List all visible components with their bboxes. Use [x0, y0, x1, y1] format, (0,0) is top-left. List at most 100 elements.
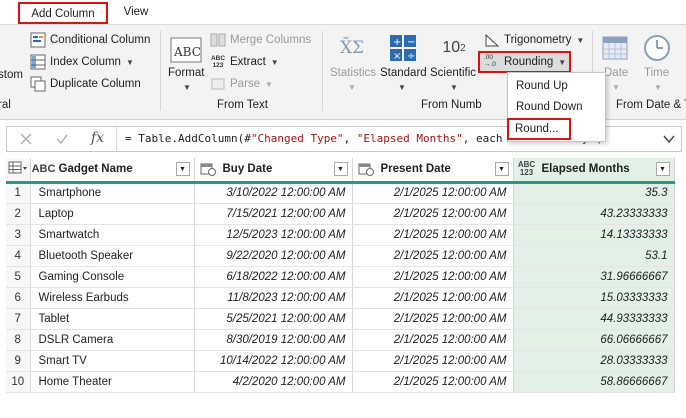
table-row[interactable]: 10 Home Theater 4/2/2020 12:00:00 AM 2/1/20…: [6, 371, 675, 393]
scientific-icon[interactable]: 10 2: [438, 33, 470, 63]
round-up-menu-item[interactable]: Round Up: [516, 77, 568, 95]
table-menu-corner[interactable]: [6, 158, 31, 184]
filter-dropdown-icon[interactable]: ▼: [494, 162, 509, 177]
fx-icon[interactable]: fx: [91, 130, 104, 146]
tab-view[interactable]: View: [114, 2, 158, 24]
conditional-column-button[interactable]: Conditional Column: [30, 30, 150, 50]
cancel-icon[interactable]: [19, 132, 33, 146]
cell-buy-date[interactable]: 11/8/2023 12:00:00 AM: [194, 287, 353, 309]
svg-text:÷: ÷: [407, 51, 415, 62]
cell-buy-date[interactable]: 6/18/2022 12:00:00 AM: [194, 266, 353, 288]
time-icon[interactable]: [642, 33, 672, 63]
filter-dropdown-icon[interactable]: ▼: [655, 162, 670, 177]
cell-gadget-name[interactable]: Gaming Console: [30, 266, 195, 288]
round-menu-item[interactable]: Round...: [507, 118, 571, 140]
any-type-icon[interactable]: ABC 123: [518, 161, 536, 177]
cell-present-date[interactable]: 2/1/2025 12:00:00 AM: [352, 266, 514, 288]
table-row[interactable]: 1 Smartphone 3/10/2022 12:00:00 AM 2/1/2025…: [6, 182, 675, 204]
cell-elapsed-months[interactable]: 53.1: [513, 245, 675, 267]
table-row[interactable]: 2 Laptop 7/15/2021 12:00:00 AM 2/1/2025 12:…: [6, 203, 675, 225]
format-icon[interactable]: ABC: [170, 35, 202, 65]
cell-gadget-name[interactable]: Bluetooth Speaker: [30, 245, 195, 267]
cell-elapsed-months[interactable]: 35.3: [513, 182, 675, 204]
cell-gadget-name[interactable]: Wireless Earbuds: [30, 287, 195, 309]
cell-gadget-name[interactable]: DSLR Camera: [30, 329, 195, 351]
table-row[interactable]: 6 Wireless Earbuds 11/8/2023 12:00:00 AM 2/…: [6, 287, 675, 309]
index-column-button[interactable]: Index Column ▼: [30, 52, 134, 72]
custom-column-button[interactable]: stom: [0, 69, 23, 81]
cell-gadget-name[interactable]: Laptop: [30, 203, 195, 225]
row-number[interactable]: 9: [6, 350, 31, 372]
cell-buy-date[interactable]: 9/22/2020 12:00:00 AM: [194, 245, 353, 267]
cell-present-date[interactable]: 2/1/2025 12:00:00 AM: [352, 203, 514, 225]
table-row[interactable]: 7 Tablet 5/25/2021 12:00:00 AM 2/1/2025 12:…: [6, 308, 675, 330]
filter-dropdown-icon[interactable]: ▼: [333, 162, 348, 177]
cell-present-date[interactable]: 2/1/2025 12:00:00 AM: [352, 245, 514, 267]
duplicate-column-button[interactable]: Duplicate Column: [30, 74, 141, 94]
statistics-icon[interactable]: X̄Σ: [334, 31, 370, 65]
cell-buy-date[interactable]: 4/2/2020 12:00:00 AM: [194, 371, 353, 393]
row-number[interactable]: 4: [6, 245, 31, 267]
table-row[interactable]: 4 Bluetooth Speaker 9/22/2020 12:00:00 AM 2…: [6, 245, 675, 267]
column-label: Elapsed Months: [541, 163, 630, 176]
svg-text:−: −: [407, 37, 415, 48]
row-number[interactable]: 6: [6, 287, 31, 309]
commit-check-icon[interactable]: [55, 132, 69, 146]
row-number[interactable]: 1: [6, 182, 31, 204]
cell-elapsed-months[interactable]: 43.23333333: [513, 203, 675, 225]
cell-elapsed-months[interactable]: 66.06666667: [513, 329, 675, 351]
datetime-type-icon[interactable]: [199, 161, 217, 177]
cell-buy-date[interactable]: 3/10/2022 12:00:00 AM: [194, 182, 353, 204]
cell-elapsed-months[interactable]: 31.96666667: [513, 266, 675, 288]
formula-expand-chevron-icon[interactable]: [663, 133, 675, 145]
cell-elapsed-months[interactable]: 44.93333333: [513, 308, 675, 330]
cell-buy-date[interactable]: 5/25/2021 12:00:00 AM: [194, 308, 353, 330]
row-number[interactable]: 7: [6, 308, 31, 330]
row-number[interactable]: 10: [6, 371, 31, 393]
cell-present-date[interactable]: 2/1/2025 12:00:00 AM: [352, 329, 514, 351]
cell-gadget-name[interactable]: Smartwatch: [30, 224, 195, 246]
merge-columns-button[interactable]: Merge Columns: [210, 30, 311, 50]
tab-add-column[interactable]: Add Column: [18, 2, 108, 24]
cell-elapsed-months[interactable]: 58.86666667: [513, 371, 675, 393]
parse-button[interactable]: Parse ▼: [210, 74, 273, 94]
cell-gadget-name[interactable]: Smartphone: [30, 182, 195, 204]
column-header-elapsed-months[interactable]: ABC 123 Elapsed Months ▼: [513, 158, 675, 184]
column-header-buy-date[interactable]: Buy Date ▼: [194, 158, 353, 184]
cell-elapsed-months[interactable]: 15.03333333: [513, 287, 675, 309]
cell-buy-date[interactable]: 7/15/2021 12:00:00 AM: [194, 203, 353, 225]
row-number[interactable]: 5: [6, 266, 31, 288]
text-type-icon[interactable]: ABC: [32, 161, 56, 177]
rounding-button[interactable]: .00 →.0 Rounding ▼: [478, 51, 571, 73]
cell-present-date[interactable]: 2/1/2025 12:00:00 AM: [352, 350, 514, 372]
row-number[interactable]: 3: [6, 224, 31, 246]
cell-elapsed-months[interactable]: 28.03333333: [513, 350, 675, 372]
cell-gadget-name[interactable]: Home Theater: [30, 371, 195, 393]
table-row[interactable]: 5 Gaming Console 6/18/2022 12:00:00 AM 2/1/…: [6, 266, 675, 288]
cell-present-date[interactable]: 2/1/2025 12:00:00 AM: [352, 182, 514, 204]
table-row[interactable]: 8 DSLR Camera 8/30/2019 12:00:00 AM 2/1/202…: [6, 329, 675, 351]
extract-button[interactable]: ABC 123 Extract ▼: [210, 52, 279, 72]
round-down-menu-item[interactable]: Round Down: [516, 98, 582, 116]
row-number[interactable]: 8: [6, 329, 31, 351]
row-number[interactable]: 2: [6, 203, 31, 225]
standard-icon[interactable]: + − × ÷: [388, 33, 418, 63]
cell-buy-date[interactable]: 8/30/2019 12:00:00 AM: [194, 329, 353, 351]
cell-gadget-name[interactable]: Tablet: [30, 308, 195, 330]
trigonometry-button[interactable]: Trigonometry ▼: [484, 30, 584, 50]
date-icon[interactable]: [600, 33, 630, 63]
filter-dropdown-icon[interactable]: ▼: [175, 162, 190, 177]
cell-present-date[interactable]: 2/1/2025 12:00:00 AM: [352, 308, 514, 330]
cell-present-date[interactable]: 2/1/2025 12:00:00 AM: [352, 287, 514, 309]
cell-present-date[interactable]: 2/1/2025 12:00:00 AM: [352, 224, 514, 246]
cell-buy-date[interactable]: 12/5/2023 12:00:00 AM: [194, 224, 353, 246]
datetime-type-icon[interactable]: [357, 161, 375, 177]
cell-present-date[interactable]: 2/1/2025 12:00:00 AM: [352, 371, 514, 393]
column-header-present-date[interactable]: Present Date ▼: [352, 158, 514, 184]
cell-buy-date[interactable]: 10/14/2022 12:00:00 AM: [194, 350, 353, 372]
table-row[interactable]: 3 Smartwatch 12/5/2023 12:00:00 AM 2/1/2025…: [6, 224, 675, 246]
column-header-gadget-name[interactable]: ABC Gadget Name ▼: [30, 158, 195, 184]
cell-gadget-name[interactable]: Smart TV: [30, 350, 195, 372]
cell-elapsed-months[interactable]: 14.13333333: [513, 224, 675, 246]
table-row[interactable]: 9 Smart TV 10/14/2022 12:00:00 AM 2/1/2025 …: [6, 350, 675, 372]
